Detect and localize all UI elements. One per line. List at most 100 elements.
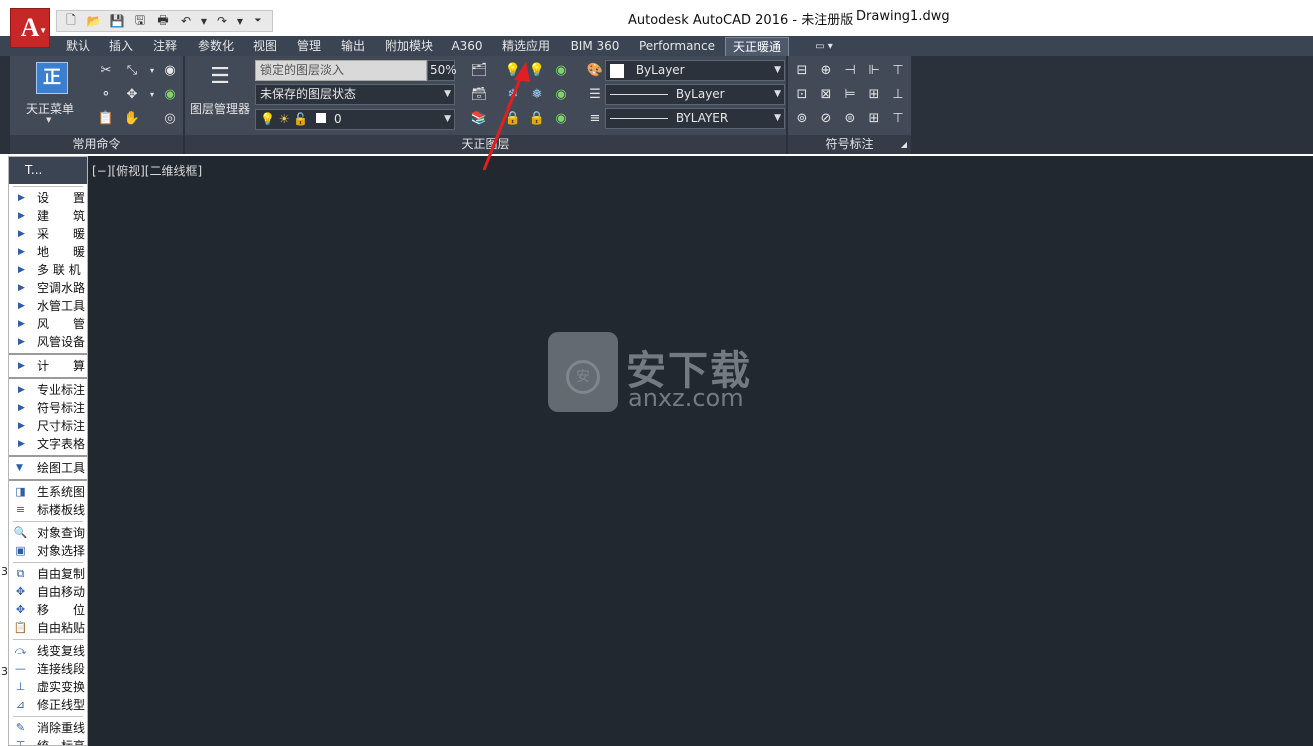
dialog-launcher-icon[interactable]: ◢	[901, 135, 907, 154]
palette-item[interactable]: ◨ 生系统图	[9, 483, 87, 501]
layer-off-icon[interactable]: ◎	[160, 108, 180, 128]
palette-item[interactable]: ▶ 尺寸标注	[9, 417, 87, 435]
palette-item[interactable]: ▶ 建 筑	[9, 207, 87, 225]
palette-item[interactable]: ▶ 地 暖	[9, 243, 87, 261]
green-circle-2-icon[interactable]: ◉	[551, 84, 571, 104]
palette-header[interactable]: T...	[9, 157, 87, 184]
bulb-on-2-icon[interactable]: 💡	[527, 60, 547, 80]
layer-tool-3-icon[interactable]: 📚	[469, 108, 489, 128]
save-as-icon[interactable]: 🖫	[130, 12, 150, 30]
palette-item[interactable]: ▶ 风管设备	[9, 333, 87, 351]
leader-icon[interactable]: ⊘	[816, 108, 836, 128]
level-icon[interactable]: ⊤	[888, 60, 908, 80]
elevation-icon[interactable]: ⊟	[792, 60, 812, 80]
green-circle-icon[interactable]: ◉	[551, 60, 571, 80]
save-icon[interactable]: 💾	[107, 12, 127, 30]
section-icon[interactable]: ⊠	[816, 84, 836, 104]
lineweight-icon[interactable]: ≡	[585, 108, 605, 128]
redo-dropdown-icon[interactable]: ▼	[235, 12, 245, 30]
palette-item[interactable]: ✎ 消除重线	[9, 719, 87, 737]
extend-icon[interactable]: ⤡	[122, 60, 142, 80]
paste-icon[interactable]: 📋	[96, 108, 116, 128]
layer-isolate-icon[interactable]: ◉	[160, 60, 180, 80]
undo-dropdown-icon[interactable]: ▼	[199, 12, 209, 30]
trim-icon[interactable]: ✂	[96, 60, 116, 80]
tab-output[interactable]: 输出	[333, 37, 373, 56]
camera-icon[interactable]: ⊚	[792, 108, 812, 128]
palette-item[interactable]: ▣ 对象选择	[9, 542, 87, 560]
tab-a360[interactable]: A360	[444, 37, 490, 56]
tab-bim360[interactable]: BIM 360	[562, 37, 628, 56]
palette-item-drawing-tools[interactable]: ▼ 绘图工具	[9, 459, 87, 477]
note-icon[interactable]: ⊜	[840, 108, 860, 128]
lock-icon[interactable]: 🔒	[503, 108, 523, 128]
copy-circles-icon[interactable]: ⚬	[96, 84, 116, 104]
palette-item[interactable]: ▶ 文字表格	[9, 435, 87, 453]
palette-item[interactable]: ▶ 风 管	[9, 315, 87, 333]
axis-icon[interactable]: ⊕	[816, 60, 836, 80]
linetype-icon[interactable]: ☰	[585, 84, 605, 104]
tab-performance[interactable]: Performance	[632, 37, 722, 56]
lock-2-icon[interactable]: 🔒	[527, 108, 547, 128]
print-icon[interactable]: 🖶	[153, 12, 173, 30]
linetype-dropdown[interactable]: ByLayer ▼	[605, 84, 785, 105]
palette-item[interactable]: ⤼ 线变复线	[9, 642, 87, 660]
layer-fade-value[interactable]: 50%	[427, 60, 457, 81]
undo-icon[interactable]: ↶	[176, 12, 196, 30]
tab-addins[interactable]: 附加模块	[378, 37, 440, 56]
tab-parametric[interactable]: 参数化	[190, 37, 242, 56]
palette-item[interactable]: ⊿ 修正线型	[9, 696, 87, 714]
palette-item[interactable]: ≡ 标楼板线	[9, 501, 87, 519]
color-wheel-icon[interactable]: 🎨	[585, 60, 605, 80]
palette-item[interactable]: ▶ 专业标注	[9, 381, 87, 399]
palette-item[interactable]: ▶ 水管工具	[9, 297, 87, 315]
palette-item[interactable]: ▶ 设 置	[9, 189, 87, 207]
layer-tool-2-icon[interactable]: 🗃	[469, 84, 489, 104]
palette-item[interactable]: ▶ 采 暖	[9, 225, 87, 243]
tab-manage[interactable]: 管理	[289, 37, 329, 56]
customize-qat-icon[interactable]: ⏷	[248, 12, 268, 30]
chevron-down-icon[interactable]: ▾	[142, 84, 162, 104]
palette-item[interactable]: ▶ 符号标注	[9, 399, 87, 417]
move-icon[interactable]: ✥	[122, 84, 142, 104]
layer-fade-slider[interactable]: 锁定的图层淡入	[255, 60, 427, 81]
layer-state-dropdown[interactable]: 未保存的图层状态 ▼	[255, 84, 455, 105]
thaw-icon[interactable]: ❅	[527, 84, 547, 104]
palette-item[interactable]: ✥ 自由移动	[9, 583, 87, 601]
tab-view[interactable]: 视图	[245, 37, 285, 56]
palette-item[interactable]: ▶ 多 联 机	[9, 261, 87, 279]
layer-tool-1-icon[interactable]: 🗂	[469, 60, 489, 80]
color-dropdown[interactable]: ByLayer ▼	[605, 60, 785, 81]
layer-manager-button[interactable]: ☰ 图层管理器	[187, 58, 251, 128]
chevron-down-icon[interactable]: ▾	[142, 60, 162, 80]
green-dot-icon[interactable]: ◉	[160, 84, 180, 104]
palette-item[interactable]: 📋 自由粘贴	[9, 619, 87, 637]
freeze-icon[interactable]: ❄	[503, 84, 523, 104]
open-folder-icon[interactable]: 📂	[84, 12, 104, 30]
tz-menu-button[interactable]: 正 天正菜单 ▼	[14, 58, 86, 130]
new-file-icon[interactable]: 🗋	[61, 12, 81, 30]
palette-item[interactable]: ⊥ 虚实变换	[9, 678, 87, 696]
tab-default[interactable]: 默认	[58, 37, 98, 56]
palette-item[interactable]: ✥ 移 位	[9, 601, 87, 619]
dim-icon[interactable]: ⊨	[840, 84, 860, 104]
green-circle-3-icon[interactable]: ◉	[551, 108, 571, 128]
text-icon[interactable]: ⊤	[888, 108, 908, 128]
break-line-icon[interactable]: ⊣	[840, 60, 860, 80]
table-icon[interactable]: ⊞	[864, 108, 884, 128]
layer-dropdown[interactable]: 💡 ☀ 🔓 0 ▼	[255, 109, 455, 130]
pan-hand-icon[interactable]: ✋	[122, 108, 142, 128]
redo-icon[interactable]: ↷	[212, 12, 232, 30]
viewport-controls[interactable]: [−][俯视][二维线框]	[92, 162, 202, 179]
tab-featured-apps[interactable]: 精选应用	[494, 37, 558, 56]
palette-item[interactable]: 🔍 对象查询	[9, 524, 87, 542]
tab-tianzheng-hvac[interactable]: 天正暖通	[725, 37, 789, 56]
drawing-canvas[interactable]: [−][俯视][二维线框] 安 安下载 anxz.com	[88, 156, 1313, 746]
tab-annotate[interactable]: 注释	[145, 37, 185, 56]
tab-insert[interactable]: 插入	[101, 37, 141, 56]
bulb-on-icon[interactable]: 💡	[503, 60, 523, 80]
palette-item[interactable]: — 连接线段	[9, 660, 87, 678]
index-icon[interactable]: ⊡	[792, 84, 812, 104]
lineweight-dropdown[interactable]: BYLAYER ▼	[605, 108, 785, 129]
dn-icon[interactable]: ⊞	[864, 84, 884, 104]
